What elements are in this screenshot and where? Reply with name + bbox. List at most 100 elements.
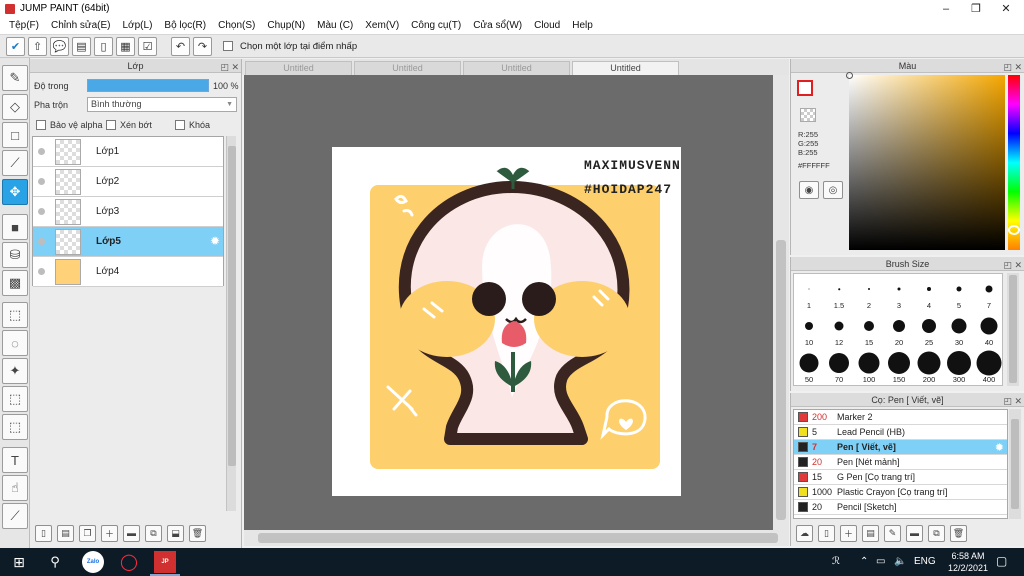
alpha-protect-checkbox[interactable] — [36, 120, 46, 130]
brush-row[interactable]: 1000 Plastic Crayon [Cọ trang trí] — [794, 485, 1007, 500]
layer-row[interactable]: Lớp3 — [33, 197, 223, 227]
trash-icon[interactable]: 🗑 — [950, 524, 967, 542]
layer-row[interactable]: Lớp2 — [33, 167, 223, 197]
brush-row[interactable]: 5 Lead Pencil (HB) — [794, 425, 1007, 440]
artwork-canvas[interactable]: MAXIMUSVENN #HOIDAP247 — [332, 147, 681, 496]
document-tab[interactable]: Untitled — [354, 61, 461, 75]
eraser-tool-icon[interactable]: ◇ — [2, 94, 28, 120]
brush-size-cell[interactable]: 12 — [824, 311, 854, 348]
panel-buttons-icon[interactable]: ◰ ✕ — [220, 60, 239, 74]
menu-layer[interactable]: Lớp(L) — [117, 20, 159, 31]
brush-size-cell[interactable]: 30 — [944, 311, 974, 348]
layer-row[interactable]: Lớp4 — [33, 257, 223, 287]
brush-size-cell[interactable]: 4 — [914, 274, 944, 311]
duplicate-layer-icon[interactable]: ❐ — [79, 524, 96, 542]
visibility-icon[interactable] — [38, 148, 45, 155]
clipping-option[interactable]: Xén bớt — [106, 120, 152, 130]
brush-size-cell[interactable]: 300 — [944, 348, 974, 385]
brush-copy-icon[interactable]: ⧉ — [928, 524, 945, 542]
lasso-icon[interactable]: ◌ — [2, 330, 28, 356]
brush-size-cell[interactable]: 50 — [794, 348, 824, 385]
brush-size-scrollbar[interactable] — [1007, 273, 1019, 386]
brush-size-cell[interactable]: 5 — [944, 274, 974, 311]
opera-app-icon[interactable]: ◯ — [118, 551, 140, 573]
checklist-icon[interactable]: ☑ — [138, 36, 157, 56]
visibility-icon[interactable] — [38, 238, 45, 245]
copy-layer-icon[interactable]: ⧉ — [145, 524, 162, 542]
move-tool-icon[interactable]: ✥ — [2, 179, 28, 205]
brush-size-cell[interactable]: 3 — [884, 274, 914, 311]
brush-folder-icon[interactable]: ▬ — [906, 524, 923, 542]
notification-icon[interactable]: ▢ — [996, 554, 1007, 568]
transparent-color-swatch[interactable] — [800, 108, 816, 122]
brush-size-cell[interactable]: 10 — [794, 311, 824, 348]
menu-filter[interactable]: Bộ lọc(R) — [158, 20, 212, 31]
brush-cloud-icon[interactable]: ☁ — [796, 524, 813, 542]
new-raster-layer-icon[interactable]: ▤ — [57, 524, 74, 542]
menu-view[interactable]: Xem(V) — [359, 20, 405, 31]
visibility-icon[interactable] — [38, 208, 45, 215]
lock-option[interactable]: Khóa — [175, 120, 210, 130]
gear-icon[interactable]: ✹ — [210, 234, 220, 248]
add-brush-menu-icon[interactable]: ＋ — [840, 524, 857, 542]
canvas-vertical-scrollbar[interactable] — [773, 75, 789, 530]
visibility-icon[interactable] — [38, 178, 45, 185]
gear-icon[interactable]: ✹ — [995, 441, 1004, 454]
brush-size-cell[interactable]: 7 — [974, 274, 1004, 311]
language-indicator[interactable]: ENG — [914, 556, 936, 567]
brush-tool-icon[interactable]: ✎ — [2, 65, 28, 91]
color-picker-cursor[interactable] — [846, 72, 853, 79]
blur-tool-icon[interactable]: ⟋ — [2, 150, 28, 176]
palette-icon[interactable]: ◉ — [799, 181, 819, 199]
trash-icon[interactable]: 🗑 — [189, 524, 206, 542]
brush-size-cell[interactable]: 400 — [974, 348, 1004, 385]
panel-buttons-icon[interactable]: ◰ ✕ — [1003, 394, 1022, 408]
magic-wand-icon[interactable]: ✦ — [2, 358, 28, 384]
brush-row[interactable]: 200 Marker 2 — [794, 410, 1007, 425]
jump-paint-app-icon[interactable]: JP — [154, 551, 176, 573]
blend-mode-select[interactable]: Bình thường ▼ — [87, 97, 237, 112]
brush-size-cell[interactable]: 100 — [854, 348, 884, 385]
bucket-tool-icon[interactable]: ⛁ — [2, 242, 28, 268]
people-icon[interactable]: ℛ — [832, 556, 840, 567]
message-icon[interactable]: ▤ — [72, 36, 91, 56]
comment-icon[interactable]: 💬 — [50, 36, 69, 56]
brush-size-cell[interactable]: 20 — [884, 311, 914, 348]
panel-buttons-icon[interactable]: ◰ ✕ — [1003, 258, 1022, 272]
share-icon[interactable]: ⇧ — [28, 36, 47, 56]
add-layer-menu-icon[interactable]: ＋ — [101, 524, 118, 542]
new-brush-icon[interactable]: ▯ — [818, 524, 835, 542]
layer-list-scrollbar[interactable] — [226, 136, 236, 511]
redo-icon[interactable]: ↷ — [193, 36, 212, 56]
palette-edit-icon[interactable]: ◎ — [823, 181, 843, 199]
new-layer-icon[interactable]: ▯ — [35, 524, 52, 542]
rectangle-tool-icon[interactable]: □ — [2, 122, 28, 148]
layer-row-selected[interactable]: Lớp5 ✹ — [33, 227, 223, 257]
maximize-button[interactable]: ❐ — [960, 0, 992, 17]
main-color-swatch[interactable] — [797, 80, 813, 96]
cloud-check-icon[interactable]: ✔ — [6, 36, 25, 56]
document-icon[interactable]: ▯ — [94, 36, 113, 56]
lock-checkbox[interactable] — [175, 120, 185, 130]
menu-capture[interactable]: Chụp(N) — [261, 20, 311, 31]
merge-layer-icon[interactable]: ⬓ — [167, 524, 184, 542]
document-tab[interactable]: Untitled — [245, 61, 352, 75]
gradient-tool-icon[interactable]: ▩ — [2, 270, 28, 296]
brush-size-cell[interactable]: 70 — [824, 348, 854, 385]
windows-start-icon[interactable]: ⊞ — [8, 551, 30, 573]
brush-size-cell[interactable]: 150 — [884, 348, 914, 385]
select-rect-icon[interactable]: ⬚ — [2, 302, 28, 328]
close-button[interactable]: ✕ — [990, 0, 1022, 17]
document-tab-active[interactable]: Untitled — [572, 61, 679, 75]
document-tab[interactable]: Untitled — [463, 61, 570, 75]
panel-buttons-icon[interactable]: ◰ ✕ — [1003, 60, 1022, 74]
brush-row[interactable]: 20 Pen [Nét mảnh] — [794, 455, 1007, 470]
alpha-protect-option[interactable]: Bảo vệ alpha — [36, 120, 103, 130]
brush-list-scrollbar[interactable] — [1009, 409, 1021, 519]
undo-icon[interactable]: ↶ — [171, 36, 190, 56]
minimize-button[interactable]: – — [930, 0, 962, 17]
eyedropper-tool-icon[interactable]: ⟋ — [2, 503, 28, 529]
layer-row[interactable]: Lớp1 — [33, 137, 223, 167]
canvas-horizontal-scrollbar[interactable] — [244, 530, 789, 546]
brush-row-selected[interactable]: 7 Pen [ Viết, vẽ] ✹ — [794, 440, 1007, 455]
